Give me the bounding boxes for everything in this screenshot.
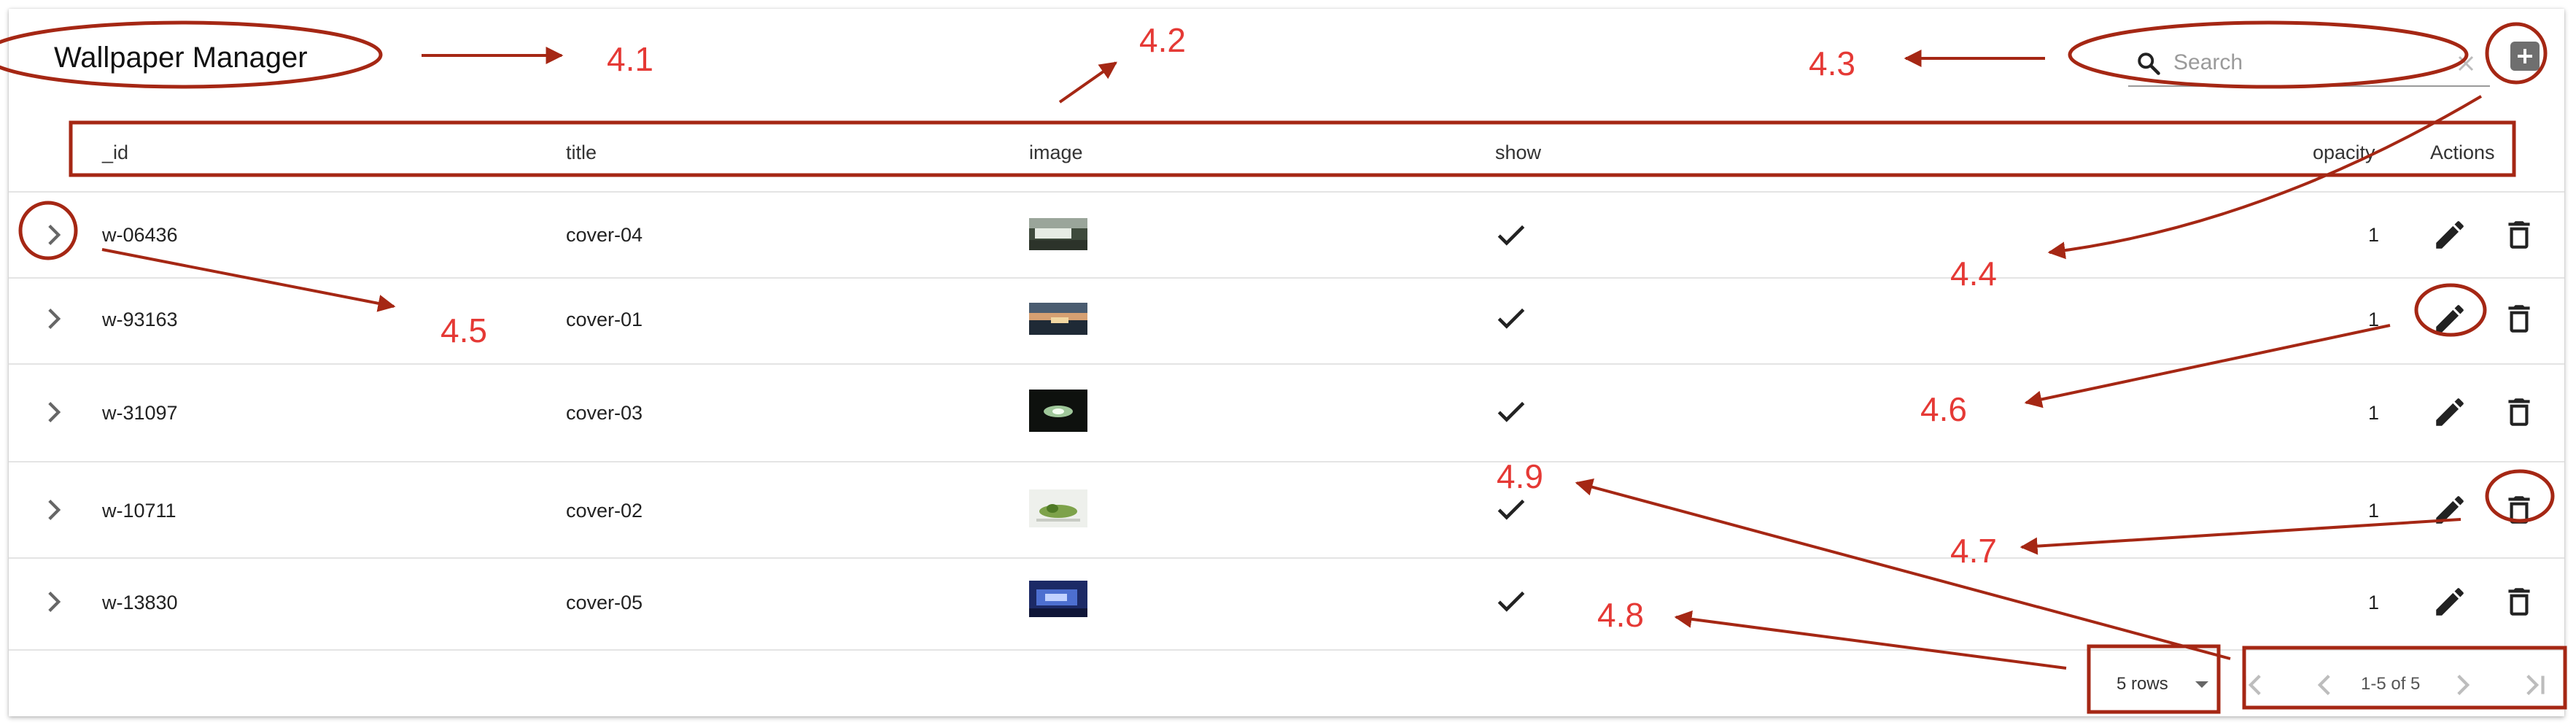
pager-highlight [2242,646,2567,710]
delete-highlight [2485,469,2555,523]
add-button-highlight [2485,22,2548,85]
annotation-label-4-5: 4.5 [441,311,487,349]
annotation-label-4-3: 4.3 [1809,44,1855,82]
arrow-4-2 [1058,61,1117,104]
expand-highlight [18,201,78,260]
annotation-label-4-8: 4.8 [1597,596,1644,634]
search-highlight [2068,20,2469,89]
arrow-4-6 [2024,324,2391,408]
header-highlight [69,120,2516,177]
annotation-label-4-6: 4.6 [1920,390,1967,428]
annotation-overlay [0,20,2567,714]
annotation-label-4-4: 4.4 [1950,255,1997,293]
arrow-4-5 [101,248,396,312]
arrow-4-8 [1674,610,2067,670]
title-highlight [0,20,383,89]
annotation-label-4-2: 4.2 [1139,21,1186,59]
arrow-4-9 [1575,479,2231,660]
arrow-4-7 [2020,518,2461,555]
rows-per-page-highlight [2087,644,2221,714]
annotation-label-4-7: 4.7 [1950,532,1997,570]
annotation-label-4-1: 4.1 [607,40,653,78]
annotation-label-4-9: 4.9 [1497,457,1543,495]
edit-highlight [2414,283,2487,337]
